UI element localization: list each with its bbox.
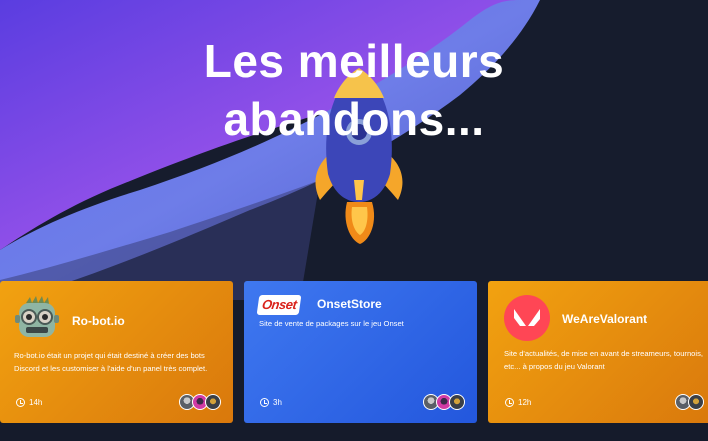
clock-icon bbox=[505, 398, 514, 407]
onset-logo: Onset bbox=[256, 295, 302, 315]
contributors bbox=[179, 394, 221, 410]
contributors bbox=[675, 394, 704, 410]
duration-label: 3h bbox=[273, 398, 282, 407]
card-description: Site d'actualités, de mise en avant de s… bbox=[504, 349, 703, 371]
hero-title-line-2: abandons... bbox=[223, 93, 485, 145]
hero-title: Les meilleurs abandons... bbox=[0, 32, 708, 148]
card-duration: 3h bbox=[260, 398, 282, 407]
avatar[interactable] bbox=[688, 394, 704, 410]
onset-logo-text: Onset bbox=[261, 297, 298, 312]
hero-title-line-1: Les meilleurs bbox=[203, 35, 505, 87]
card-description: Ro-bot.io était un projet qui était dest… bbox=[14, 351, 208, 373]
project-card-robot-io[interactable]: Ro-bot.io Ro-bot.io était un projet qui … bbox=[0, 281, 233, 423]
card-description: Site de vente de packages sur le jeu Ons… bbox=[259, 319, 404, 328]
card-title: Ro-bot.io bbox=[72, 314, 125, 328]
card-title: WeAreValorant bbox=[562, 312, 648, 326]
project-card-wearevalorant[interactable]: WeAreValorant Site d'actualités, de mise… bbox=[488, 281, 708, 423]
project-card-onsetstore[interactable]: Onset OnsetStore Site de vente de packag… bbox=[244, 281, 477, 423]
card-title: OnsetStore bbox=[317, 297, 382, 311]
card-duration: 14h bbox=[16, 398, 42, 407]
duration-label: 12h bbox=[518, 398, 532, 407]
robot-icon bbox=[15, 296, 59, 337]
clock-icon bbox=[260, 398, 269, 407]
avatar[interactable] bbox=[449, 394, 465, 410]
card-duration: 12h bbox=[505, 398, 531, 407]
valorant-logo-icon bbox=[504, 295, 550, 341]
duration-label: 14h bbox=[29, 398, 43, 407]
clock-icon bbox=[16, 398, 25, 407]
avatar[interactable] bbox=[205, 394, 221, 410]
contributors bbox=[423, 394, 465, 410]
